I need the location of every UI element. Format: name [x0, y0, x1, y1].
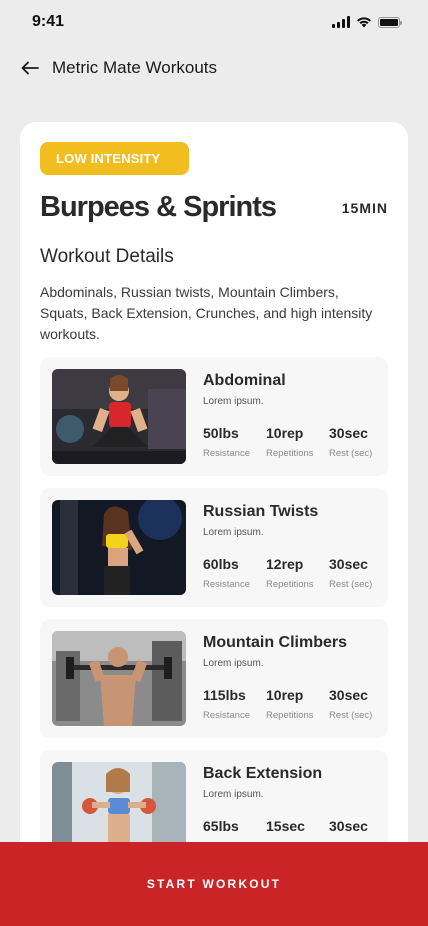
stat-value: 30sec	[329, 687, 368, 703]
stat-resistance: 60lbs Resistance	[203, 556, 266, 590]
exercise-subtitle: Lorem ipsum.	[203, 658, 264, 669]
exercise-subtitle: Lorem ipsum.	[203, 789, 264, 800]
stat-value: 65lbs	[203, 818, 239, 834]
wifi-icon	[357, 17, 371, 28]
exercise-card-mountain-climbers[interactable]: Mountain Climbers Lorem ipsum. 115lbs Re…	[40, 619, 388, 738]
stat-label: Repetitions	[266, 710, 314, 721]
exercise-info: Russian Twists Lorem ipsum. 60lbs Resist…	[203, 500, 392, 595]
exercise-stats: 60lbs Resistance 12rep Repetitions 30sec…	[203, 556, 392, 590]
stat-value: 50lbs	[203, 425, 239, 441]
stat-label: Resistance	[203, 710, 250, 721]
workout-title: Burpees & Sprints	[40, 191, 277, 223]
exercise-card-russian-twists[interactable]: Russian Twists Lorem ipsum. 60lbs Resist…	[40, 488, 388, 607]
stat-repetitions: 10rep Repetitions	[266, 425, 329, 459]
stat-rest: 30sec Rest (sec)	[329, 425, 392, 459]
start-workout-button[interactable]: START WORKOUT	[0, 842, 428, 926]
exercise-info: Abdominal Lorem ipsum. 50lbs Resistance …	[203, 369, 392, 464]
battery-icon	[378, 16, 402, 28]
exercise-name: Russian Twists	[203, 503, 319, 520]
stat-value: 10rep	[266, 425, 304, 441]
stat-value: 30sec	[329, 425, 368, 441]
stat-resistance: 115lbs Resistance	[203, 687, 266, 721]
exercise-card-abdominal[interactable]: Abdominal Lorem ipsum. 50lbs Resistance …	[40, 357, 388, 476]
exercise-photo	[52, 631, 186, 726]
stat-label: Rest (sec)	[329, 448, 373, 459]
arrow-left-icon[interactable]	[20, 58, 40, 78]
section-title: Workout Details	[40, 246, 174, 267]
stat-label: Rest (sec)	[329, 579, 373, 590]
stat-value: 10rep	[266, 687, 304, 703]
nav-bar: Metric Mate Workouts	[0, 48, 428, 88]
stat-rest: 30sec Rest (sec)	[329, 556, 392, 590]
stat-value: 30sec	[329, 556, 368, 572]
stat-resistance: 50lbs Resistance	[203, 425, 266, 459]
exercise-photo	[52, 369, 186, 464]
title-row: Burpees & Sprints 15MIN	[40, 191, 388, 224]
stat-repetitions: 12rep Repetitions	[266, 556, 329, 590]
stat-label: Resistance	[203, 579, 250, 590]
exercise-photo	[52, 500, 186, 595]
stat-value: 30sec	[329, 818, 368, 834]
cellular-signal-icon	[332, 16, 350, 28]
exercise-name: Abdominal	[203, 372, 286, 389]
stat-rest: 30sec Rest (sec)	[329, 687, 392, 721]
status-bar: 9:41	[0, 0, 428, 44]
exercise-stats: 50lbs Resistance 10rep Repetitions 30sec…	[203, 425, 392, 459]
status-time: 9:41	[32, 13, 65, 30]
exercise-name: Back Extension	[203, 765, 323, 782]
stat-value: 12rep	[266, 556, 304, 572]
exercise-info: Mountain Climbers Lorem ipsum. 115lbs Re…	[203, 631, 392, 726]
exercise-stats: 115lbs Resistance 10rep Repetitions 30se…	[203, 687, 392, 721]
status-icons	[332, 16, 402, 28]
stat-label: Resistance	[203, 448, 250, 459]
exercise-name: Mountain Climbers	[203, 634, 348, 651]
nav-title: Metric Mate Workouts	[52, 58, 218, 77]
exercise-subtitle: Lorem ipsum.	[203, 396, 264, 407]
exercise-subtitle: Lorem ipsum.	[203, 527, 264, 538]
stat-value: 115lbs	[203, 687, 246, 703]
stat-label: Rest (sec)	[329, 710, 373, 721]
stat-label: Repetitions	[266, 579, 314, 590]
stat-value: 15sec	[266, 818, 305, 834]
workout-duration: 15MIN	[341, 199, 388, 216]
stat-value: 60lbs	[203, 556, 239, 572]
intensity-badge: LOW INTENSITY	[40, 142, 189, 175]
stat-repetitions: 10rep Repetitions	[266, 687, 329, 721]
workout-description: Abdominals, Russian twists, Mountain Cli…	[40, 284, 373, 342]
stat-label: Repetitions	[266, 448, 314, 459]
workout-card: LOW INTENSITY Burpees & Sprints 15MIN Wo…	[20, 122, 408, 926]
